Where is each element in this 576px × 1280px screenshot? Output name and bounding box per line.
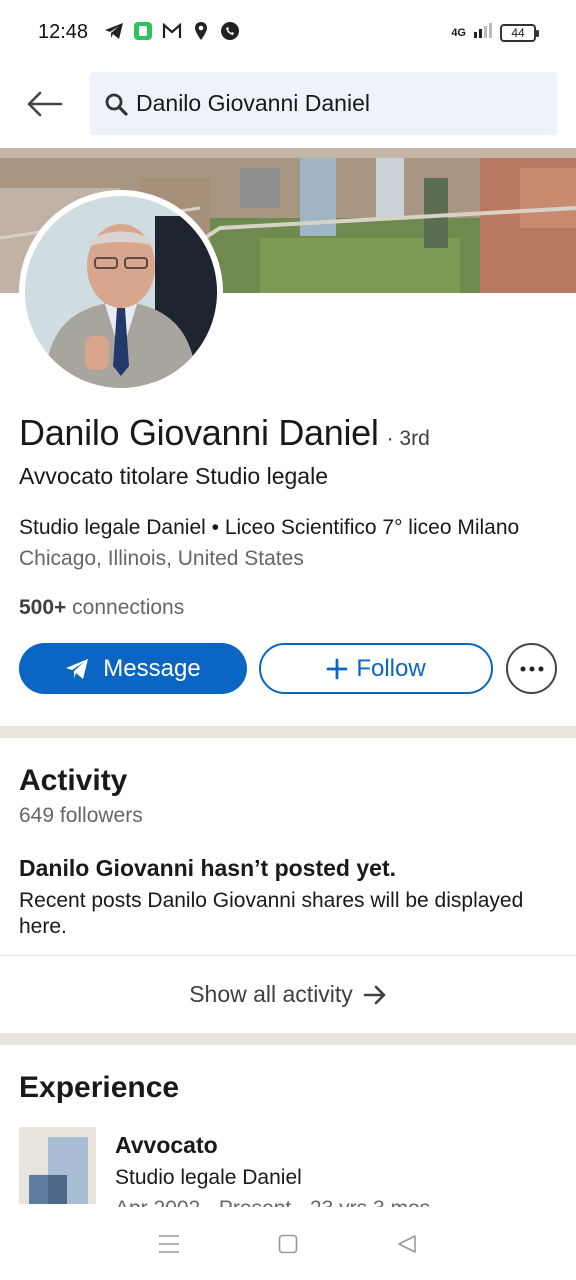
- section-divider: [0, 1033, 576, 1045]
- home-button[interactable]: [273, 1229, 303, 1259]
- recent-apps-button[interactable]: [154, 1229, 184, 1259]
- follow-label: Follow: [356, 654, 426, 682]
- status-time: 12:48: [38, 21, 89, 43]
- triangle-back-icon: [397, 1235, 416, 1253]
- profile-education: Studio legale Daniel • Liceo Scientifico…: [19, 516, 520, 539]
- battery-icon: 44: [500, 23, 539, 42]
- connections-number: 500+: [19, 596, 67, 619]
- experience-company: Studio legale Daniel: [115, 1166, 302, 1189]
- experience-role: Avvocato: [115, 1132, 218, 1158]
- profile-name: Danilo Giovanni Daniel: [19, 412, 379, 453]
- gmail-icon: [162, 20, 182, 42]
- company-logo[interactable]: [19, 1127, 96, 1204]
- profile-name-row: Danilo Giovanni Daniel · 3rd: [19, 412, 430, 454]
- no-posts-description: Recent posts Danilo Giovanni shares will…: [19, 889, 524, 938]
- signal-icon: [474, 22, 492, 43]
- message-button[interactable]: Message: [19, 643, 247, 694]
- experience-title: Experience: [19, 1071, 180, 1104]
- show-all-activity-button[interactable]: Show all activity: [0, 956, 576, 1033]
- network-indicator: 4G: [451, 26, 466, 39]
- search-bar[interactable]: Danilo Giovanni Daniel: [90, 72, 557, 135]
- search-query: Danilo Giovanni Daniel: [136, 90, 370, 116]
- system-nav-bar: [0, 1208, 576, 1280]
- notification-icons: [104, 20, 240, 42]
- connections-label: connections: [72, 596, 185, 619]
- system-back-button[interactable]: [392, 1229, 422, 1259]
- more-button[interactable]: [506, 643, 557, 694]
- experience-dates: Apr 2002 - Present · 23 yrs 3 mos: [115, 1197, 430, 1207]
- profile-location: Chicago, Illinois, United States: [19, 547, 304, 570]
- status-bar: 12:48 4G 44: [0, 0, 576, 66]
- profile-avatar[interactable]: [19, 190, 223, 394]
- connection-degree: · 3rd: [386, 427, 430, 450]
- arrow-left-icon: [27, 91, 63, 117]
- search-icon: [105, 93, 128, 116]
- more-dots-icon: [520, 666, 543, 671]
- telegram-icon: [104, 20, 124, 42]
- location-icon: [191, 20, 211, 42]
- wechat-icon: [133, 20, 153, 42]
- network-type: 4G: [451, 26, 466, 39]
- connections-count[interactable]: 500+ connections: [19, 596, 184, 620]
- follow-button[interactable]: Follow: [259, 643, 493, 694]
- arrow-right-icon: [363, 985, 386, 1004]
- status-right: 4G 44: [451, 22, 539, 43]
- send-icon: [66, 658, 89, 679]
- profile-headline: Avvocato titolare Studio legale: [19, 463, 328, 489]
- menu-icon: [159, 1235, 180, 1253]
- followers-count: 649 followers: [19, 804, 143, 827]
- back-button[interactable]: [22, 82, 66, 126]
- show-all-activity-label: Show all activity: [189, 981, 353, 1007]
- section-divider: [0, 726, 576, 738]
- activity-title: Activity: [19, 764, 128, 797]
- message-label: Message: [103, 654, 201, 682]
- whatsapp-icon: [220, 20, 240, 42]
- home-square-icon: [278, 1234, 298, 1254]
- no-posts-title: Danilo Giovanni hasn’t posted yet.: [19, 855, 396, 881]
- plus-icon: [326, 658, 348, 679]
